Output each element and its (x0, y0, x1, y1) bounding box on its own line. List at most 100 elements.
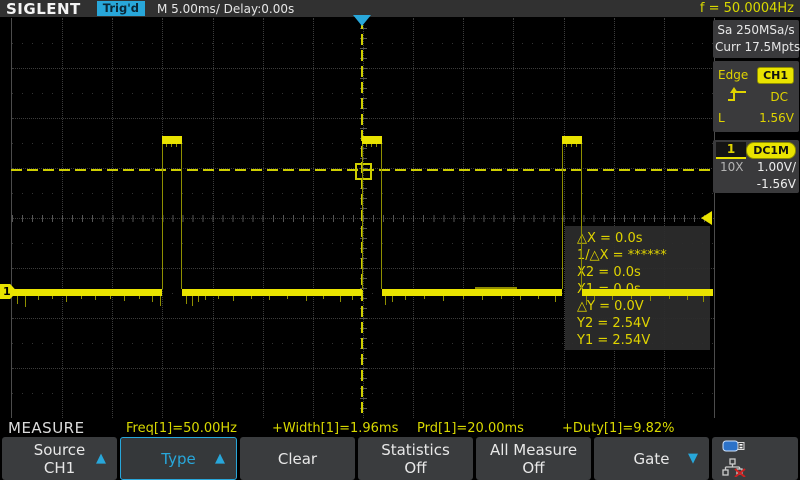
waveform-segment (631, 296, 632, 299)
waveform-segment (162, 144, 163, 289)
status-icon-box (712, 437, 798, 480)
measure-freq: Freq[1]=50.00Hz (126, 421, 237, 436)
waveform-segment (687, 296, 688, 300)
waveform-segment (306, 296, 307, 301)
waveform-segment (162, 136, 182, 144)
trigger-source-badge: CH1 (757, 67, 794, 84)
cursor-intersection-marker[interactable] (355, 163, 372, 180)
waveform-segment (192, 296, 193, 306)
waveform-segment (371, 144, 372, 147)
trigger-level-arrow-icon[interactable] (701, 211, 712, 225)
waveform-segment (205, 296, 206, 300)
waveform-segment (176, 144, 177, 147)
waveform-segment (181, 144, 182, 289)
waveform-segment (152, 296, 153, 302)
waveform-segment (166, 144, 167, 147)
acquisition-info-box[interactable]: Sa 250MSa/s Curr 17.5Mpts (713, 20, 799, 58)
volts-per-div: 1.00V/ (757, 160, 796, 174)
type-button[interactable]: Type ▲ (120, 437, 237, 480)
waveform-segment (443, 296, 444, 301)
channel-number-tab: 1 (716, 142, 746, 159)
cursor-delta-y: △Y = 0.0V (577, 298, 710, 315)
waveform-segment (340, 296, 341, 302)
waveform-segment (405, 296, 406, 300)
measure-period: Prd[1]=20.00ms (417, 421, 524, 436)
waveform-segment (538, 296, 539, 299)
waveform-segment (586, 296, 587, 305)
waveform-segment (376, 144, 377, 147)
timebase-readout: M 5.00ms/ Delay:0.00s (157, 2, 294, 16)
waveform-segment (66, 296, 67, 302)
trigger-position-marker-icon[interactable] (353, 15, 371, 26)
waveform-segment (160, 296, 161, 306)
waveform-segment (566, 144, 567, 147)
waveform-segment (124, 296, 125, 301)
waveform-segment (501, 296, 502, 299)
measure-duty: +Duty[1]=9.82% (562, 421, 675, 436)
statistics-button[interactable]: Statistics Off (358, 437, 473, 480)
waveform-segment (38, 296, 39, 300)
waveform-segment (182, 289, 362, 296)
trigger-level-label: L (718, 111, 725, 125)
waveform-segment (703, 296, 704, 302)
waveform-segment (576, 144, 577, 147)
waveform-segment (555, 296, 556, 302)
cursor-readout-panel: △X = 0.0s 1/△X = ****** X2 = 0.0s X1 = 0… (565, 226, 710, 350)
waveform-segment (251, 296, 252, 299)
waveform-segment (95, 296, 96, 300)
waveform-segment (424, 296, 425, 299)
memory-depth: Curr 17.5Mpts (715, 39, 797, 56)
waveform-segment (233, 296, 234, 301)
waveform-segment (571, 144, 572, 147)
waveform-segment (581, 144, 582, 289)
brand-logo: SIGLENT (6, 0, 81, 18)
waveform-segment (186, 296, 187, 304)
clear-button[interactable]: Clear (240, 437, 355, 480)
source-button[interactable]: Source CH1 ▲ (2, 437, 117, 480)
waveform-segment (562, 144, 563, 289)
graticule (11, 18, 715, 418)
waveform-segment (463, 296, 464, 299)
waveform-segment (171, 144, 172, 147)
trigger-coupling: DC (770, 90, 788, 104)
gate-button[interactable]: Gate ▼ (594, 437, 709, 480)
waveform-segment (11, 289, 162, 296)
waveform-segment (287, 296, 288, 299)
waveform-segment (17, 296, 18, 304)
waveform-segment (81, 296, 82, 299)
waveform-segment (323, 296, 324, 299)
waveform-segment (139, 296, 140, 299)
cursor-delta-x: △X = 0.0s (577, 230, 710, 247)
measure-bar: MEASURE Freq[1]=50.00Hz +Width[1]=1.96ms… (0, 418, 800, 437)
waveform-segment (582, 289, 713, 296)
cursor-x2: X2 = 0.0s (577, 264, 710, 281)
channel-offset: -1.56V (757, 177, 796, 191)
up-arrow-icon: ▲ (96, 450, 106, 468)
channel1-info-box[interactable]: 1 DC1M 10X 1.00V/ -1.56V (713, 140, 799, 193)
usb-icon[interactable] (722, 437, 746, 456)
trigger-status-badge: Trig'd (97, 1, 145, 16)
waveform-segment (392, 296, 393, 302)
all-measure-button[interactable]: All Measure Off (476, 437, 591, 480)
waveform-segment (382, 289, 562, 296)
waveform-segment (562, 136, 582, 144)
oscilloscope-screen: SIGLENT Trig'd M 5.00ms/ Delay:0.00s f =… (0, 0, 800, 480)
waveform-segment (352, 296, 353, 300)
waveform-segment (594, 296, 595, 301)
waveform-segment (198, 296, 199, 302)
probe-attenuation: 10X (720, 160, 744, 174)
waveform-segment (381, 144, 382, 289)
waveform-segment (362, 136, 382, 144)
trigger-info-box[interactable]: Edge CH1 DC L 1.56V (713, 61, 799, 132)
waveform-segment (612, 296, 613, 300)
cursor-y1: Y1 = 2.54V (577, 332, 710, 349)
waveform-segment (669, 296, 670, 299)
sample-rate: Sa 250MSa/s (715, 22, 797, 39)
measure-title: MEASURE (8, 419, 85, 437)
waveform-segment (366, 144, 367, 147)
lan-disconnected-icon[interactable] (722, 458, 746, 480)
measure-pos-width: +Width[1]=1.96ms (272, 421, 398, 436)
trigger-level-value: 1.56V (759, 111, 794, 125)
down-arrow-icon: ▼ (688, 450, 698, 468)
waveform-segment (269, 296, 270, 300)
